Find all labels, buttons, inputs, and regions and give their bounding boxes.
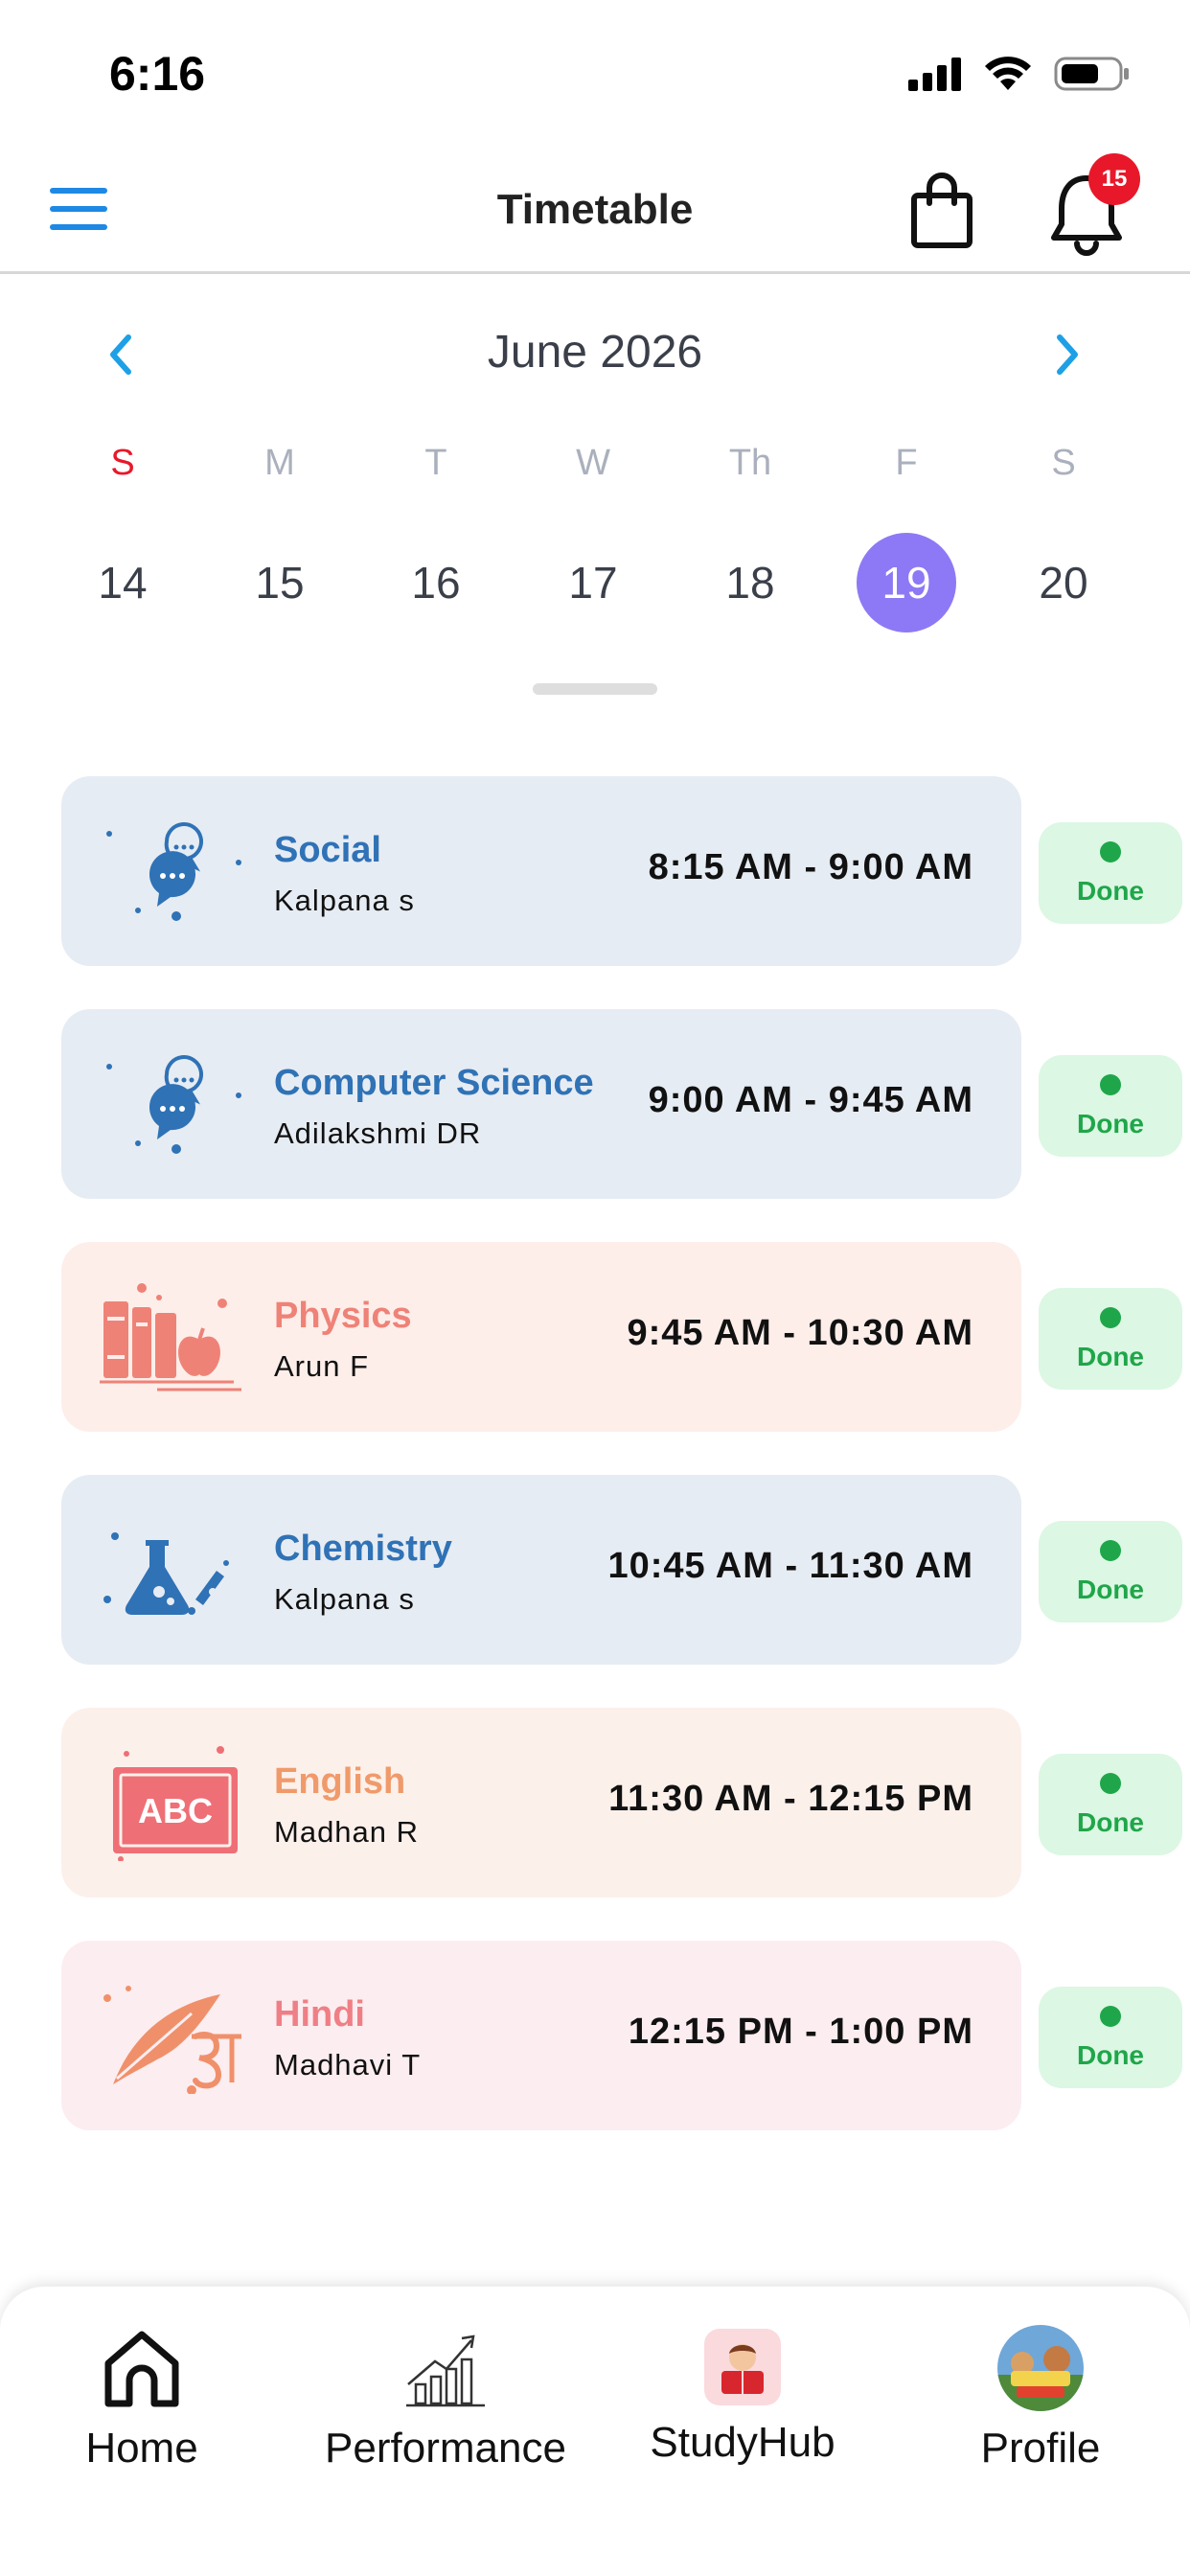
month-label: June 2026 [487,327,703,378]
nav-label: Home [85,2425,198,2472]
status-time: 6:16 [109,47,206,101]
status-badge[interactable]: Done [1039,1055,1182,1157]
class-card[interactable]: Hindi Madhavi T 12:15 PM - 1:00 PM [61,1941,1021,2130]
status-dot [1100,841,1121,862]
teacher-name: Kalpana s [274,1582,415,1616]
timetable-row: Hindi Madhavi T 12:15 PM - 1:00 PM Done [0,1941,1190,2132]
date-cell[interactable]: 17 [543,533,643,632]
class-card[interactable]: Chemistry Kalpana s 10:45 AM - 11:30 AM [61,1475,1021,1665]
class-time: 10:45 AM - 11:30 AM [607,1546,973,1586]
bottom-navigation: Home Performance StudyHub Profile [0,2287,1190,2576]
timetable-row: Computer Science Adilakshmi DR 9:00 AM -… [0,1009,1190,1201]
weekday-row: S M T W Th F S [0,443,1190,491]
reader-icon [704,2329,781,2405]
weekday-label: Th [728,443,772,483]
class-card[interactable]: Computer Science Adilakshmi DR 9:00 AM -… [61,1009,1021,1199]
weekday-label: S [1051,443,1076,483]
battery-icon [1054,57,1129,91]
weekday-label: W [576,443,610,483]
status-label: Done [1077,1575,1144,1604]
books-apple-icon [100,1283,241,1392]
date-cell[interactable]: 20 [1014,533,1113,632]
subject-name: Chemistry [274,1529,452,1569]
weekday-label: M [264,443,295,483]
class-time: 9:45 AM - 10:30 AM [627,1313,973,1353]
cellular-signal-icon [908,58,961,91]
status-label: Done [1077,2040,1144,2070]
class-time: 9:00 AM - 9:45 AM [648,1080,973,1120]
nav-label: Performance [325,2425,566,2472]
subject-name: Social [274,830,381,870]
teacher-name: Adilakshmi DR [274,1116,482,1150]
subject-name: Hindi [274,1994,365,2035]
quill-hindi-icon [103,1986,241,2094]
timetable-row: Physics Arun F 9:45 AM - 10:30 AM Done [0,1242,1190,1434]
subject-name: Physics [274,1296,412,1336]
status-dot [1100,1540,1121,1561]
weekday-label: F [895,443,918,483]
page-title: Timetable [496,186,694,233]
weekday-label: S [110,443,135,483]
class-time: 8:15 AM - 9:00 AM [648,847,973,887]
class-card[interactable]: Social Kalpana s 8:15 AM - 9:00 AM [61,776,1021,966]
teacher-name: Madhavi T [274,2048,422,2082]
status-dot [1100,1307,1121,1328]
notification-badge: 15 [1088,153,1140,205]
status-dot [1100,2006,1121,2027]
abc-board-icon: ABC [113,1746,238,1861]
teacher-name: Arun F [274,1349,370,1383]
date-cell[interactable]: 14 [73,533,172,632]
status-label: Done [1077,1807,1144,1837]
home-icon [104,2331,179,2407]
timetable-row: Chemistry Kalpana s 10:45 AM - 11:30 AM … [0,1475,1190,1667]
nav-label: Profile [980,2425,1101,2472]
class-time: 12:15 PM - 1:00 PM [628,2012,973,2052]
month-navigator: June 2026 [0,316,1190,393]
flask-icon [103,1532,229,1615]
status-icons [908,56,1131,92]
status-label: Done [1077,876,1144,906]
status-dot [1100,1074,1121,1095]
weekday-label: T [424,443,447,483]
chevron-right-icon[interactable] [1044,326,1092,383]
timetable-row: ABC English Madhan R 11:30 AM - 12:15 PM… [0,1708,1190,1899]
timetable-row: Social Kalpana s 8:15 AM - 9:00 AM Done [0,776,1190,968]
svg-text:ABC: ABC [138,1791,213,1830]
nav-label: StudyHub [650,2419,835,2466]
status-label: Done [1077,1342,1144,1371]
status-badge[interactable]: Done [1039,1288,1182,1390]
nav-home[interactable]: Home [8,2325,276,2472]
drag-handle[interactable] [533,683,657,695]
date-cell-selected[interactable]: 19 [857,533,956,632]
status-dot [1100,1773,1121,1794]
date-cell[interactable]: 16 [386,533,486,632]
nav-studyhub[interactable]: StudyHub [608,2325,877,2467]
nav-performance[interactable]: Performance [311,2325,580,2472]
date-row: 14 15 16 17 18 19 20 [0,533,1190,632]
chat-bubbles-icon [106,822,241,921]
nav-profile[interactable]: Profile [906,2325,1175,2472]
avatar [997,2325,1084,2411]
date-cell[interactable]: 15 [230,533,330,632]
class-card[interactable]: ABC English Madhan R 11:30 AM - 12:15 PM [61,1708,1021,1898]
status-bar: 6:16 [0,0,1190,144]
status-label: Done [1077,1109,1144,1138]
status-badge[interactable]: Done [1039,822,1182,924]
class-card[interactable]: Physics Arun F 9:45 AM - 10:30 AM [61,1242,1021,1432]
subject-name: Computer Science [274,1063,594,1103]
status-badge[interactable]: Done [1039,1987,1182,2088]
shopping-bag-icon[interactable] [908,172,975,249]
growth-chart-icon [406,2334,485,2407]
wifi-icon [985,57,1031,90]
class-time: 11:30 AM - 12:15 PM [608,1779,973,1819]
status-badge[interactable]: Done [1039,1521,1182,1622]
subject-name: English [274,1761,406,1802]
date-cell[interactable]: 18 [700,533,800,632]
chat-bubbles-icon [106,1055,241,1154]
status-badge[interactable]: Done [1039,1754,1182,1855]
teacher-name: Kalpana s [274,884,415,917]
app-header: Timetable [0,144,1190,274]
teacher-name: Madhan R [274,1815,420,1849]
